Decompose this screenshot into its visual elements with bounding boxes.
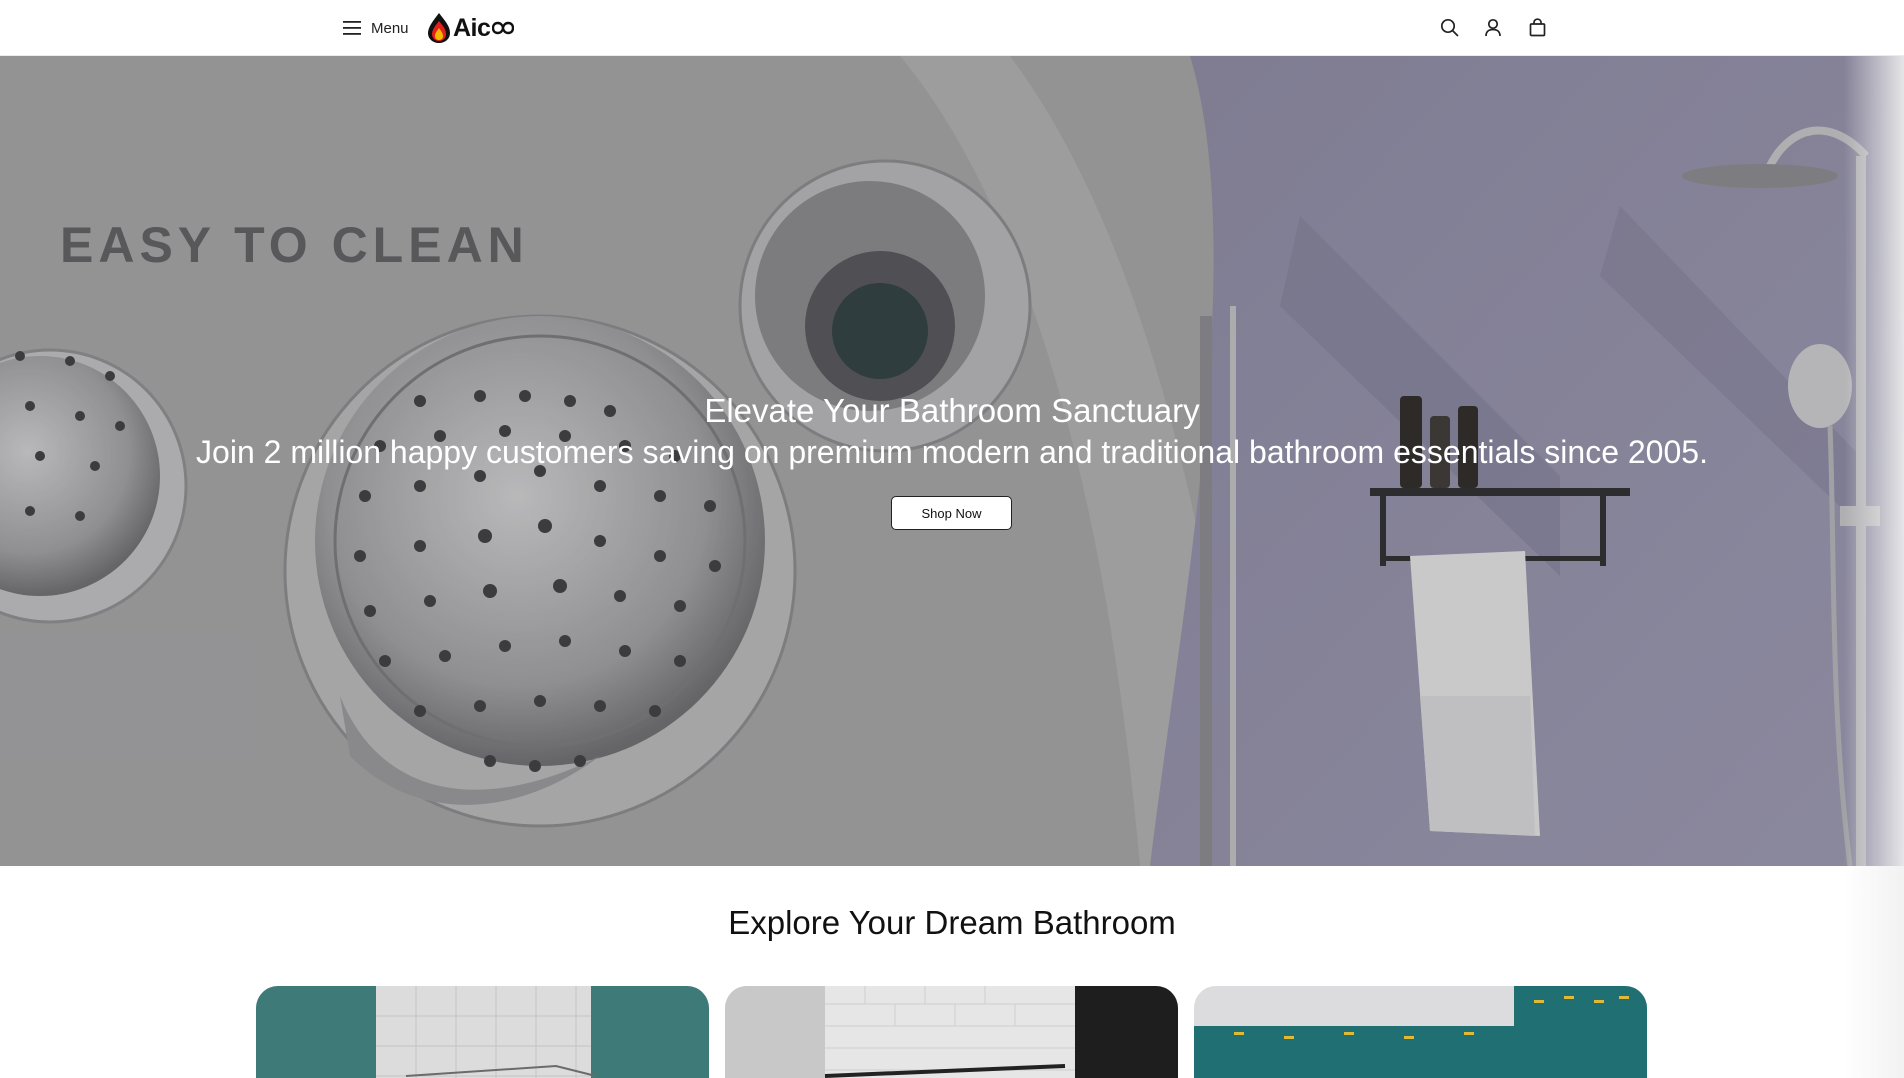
hamburger-icon [343, 21, 361, 35]
menu-button[interactable]: Menu [343, 14, 409, 42]
menu-label: Menu [371, 19, 409, 37]
search-button[interactable] [1437, 14, 1461, 40]
logo-flame-icon [428, 13, 450, 43]
account-icon [1485, 18, 1501, 36]
shower-enclosure-image [256, 986, 709, 1078]
hero-banner: EASY TO CLEAN Elevate Your Bathroom Sanc… [0, 56, 1904, 866]
shop-now-button[interactable]: Shop Now [891, 496, 1012, 530]
black-frame-shower-card[interactable] [725, 986, 1178, 1078]
logo-infinity-icon [492, 21, 515, 35]
teal-tiled-bathroom-image [1194, 986, 1647, 1078]
category-cards [256, 986, 1648, 1078]
hero-text-block: Elevate Your Bathroom Sanctuary Join 2 m… [0, 390, 1904, 472]
site-logo[interactable]: Aic [427, 10, 515, 46]
hero-subtitle: Join 2 million happy customers saving on… [196, 434, 1708, 470]
black-frame-shower-image [725, 986, 1178, 1078]
site-header: Menu Aic [0, 0, 1904, 56]
cart-icon [1529, 17, 1545, 36]
teal-tiled-bathroom-card[interactable] [1194, 986, 1647, 1078]
search-icon [1440, 18, 1458, 36]
page-edge-shadow [1844, 56, 1904, 1078]
shower-enclosure-card[interactable] [256, 986, 709, 1078]
section-title: Explore Your Dream Bathroom [728, 904, 1176, 941]
cart-button[interactable] [1525, 14, 1549, 40]
hero-title: Elevate Your Bathroom Sanctuary [704, 392, 1200, 429]
logo-text: Aic [453, 13, 491, 42]
account-button[interactable] [1481, 14, 1505, 40]
header-actions [1437, 14, 1549, 40]
